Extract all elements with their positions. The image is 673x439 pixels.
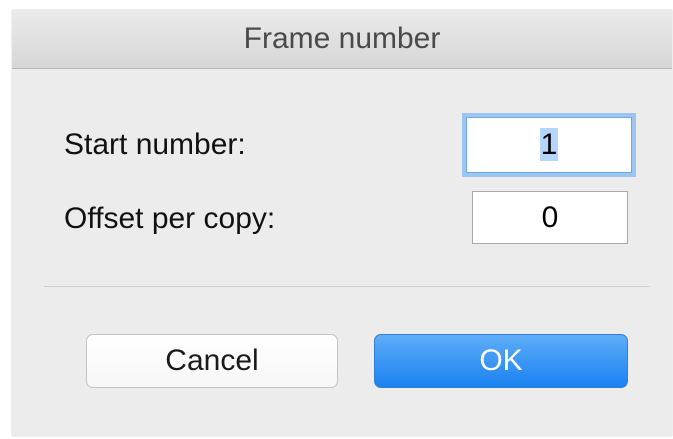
offset-per-copy-field[interactable]: 0 — [472, 191, 628, 244]
ok-button[interactable]: OK — [374, 334, 628, 388]
offset-per-copy-value: 0 — [541, 201, 559, 234]
cancel-button[interactable]: Cancel — [86, 334, 338, 388]
frame-number-dialog: Frame number Start number: 1 Offset per … — [12, 10, 672, 436]
dialog-title: Frame number — [12, 10, 672, 69]
separator — [44, 286, 650, 287]
start-number-value: 1 — [539, 128, 559, 161]
start-number-label: Start number: — [64, 128, 246, 161]
offset-per-copy-label: Offset per copy: — [64, 202, 276, 235]
start-number-field[interactable]: 1 — [466, 117, 632, 173]
